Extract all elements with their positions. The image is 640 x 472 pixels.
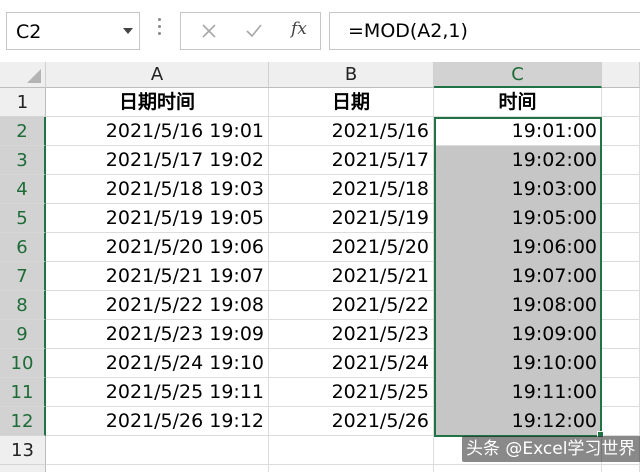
cell-b13[interactable]: [269, 436, 434, 465]
cell-b7[interactable]: 2021/5/21: [269, 262, 434, 291]
cell-b11[interactable]: 2021/5/25: [269, 378, 434, 407]
cell-c5[interactable]: 19:05:00: [434, 204, 602, 233]
cell-a1[interactable]: 日期时间: [46, 88, 269, 117]
cell-c10[interactable]: 19:10:00: [434, 349, 602, 378]
name-box[interactable]: C2: [6, 12, 140, 50]
row-header-8[interactable]: 8: [0, 291, 46, 320]
row-header-11[interactable]: 11: [0, 378, 46, 407]
cell-a11[interactable]: 2021/5/25 19:11: [46, 378, 269, 407]
cell-a8[interactable]: 2021/5/22 19:08: [46, 291, 269, 320]
cell-b6[interactable]: 2021/5/20: [269, 233, 434, 262]
row-header-10[interactable]: 10: [0, 349, 46, 378]
cell-b14[interactable]: [269, 465, 434, 472]
insert-function-button[interactable]: fx: [291, 19, 307, 39]
row-header-1[interactable]: 1: [0, 88, 46, 117]
cell-a13[interactable]: [46, 436, 269, 465]
cell-a6[interactable]: 2021/5/20 19:06: [46, 233, 269, 262]
cell-c6[interactable]: 19:06:00: [434, 233, 602, 262]
cell-d4[interactable]: [602, 175, 640, 204]
cell-b2[interactable]: 2021/5/16: [269, 117, 434, 146]
cell-c4[interactable]: 19:03:00: [434, 175, 602, 204]
column-header-c[interactable]: C: [434, 62, 602, 88]
formula-bar-area: C2 fx =MOD(A2,1): [0, 0, 640, 62]
cell-b3[interactable]: 2021/5/17: [269, 146, 434, 175]
cell-d3[interactable]: [602, 146, 640, 175]
cell-c14[interactable]: [434, 465, 602, 472]
more-dots-icon[interactable]: [158, 18, 161, 40]
cell-a14[interactable]: [46, 465, 269, 472]
watermark: 头条 @Excel学习世界: [462, 436, 640, 462]
cell-b4[interactable]: 2021/5/18: [269, 175, 434, 204]
cell-c11[interactable]: 19:11:00: [434, 378, 602, 407]
row-header-5[interactable]: 5: [0, 204, 46, 233]
row-header-7[interactable]: 7: [0, 262, 46, 291]
formula-input[interactable]: =MOD(A2,1): [329, 12, 640, 50]
enter-button[interactable]: [233, 13, 273, 49]
row-header-12[interactable]: 12: [0, 407, 46, 436]
cell-d9[interactable]: [602, 320, 640, 349]
cell-c2[interactable]: 19:01:00: [434, 117, 602, 146]
formula-text: =MOD(A2,1): [348, 20, 468, 42]
cell-d8[interactable]: [602, 291, 640, 320]
cell-a10[interactable]: 2021/5/24 19:10: [46, 349, 269, 378]
cell-a9[interactable]: 2021/5/23 19:09: [46, 320, 269, 349]
cell-a12[interactable]: 2021/5/26 19:12: [46, 407, 269, 436]
row-header-9[interactable]: 9: [0, 320, 46, 349]
cell-a7[interactable]: 2021/5/21 19:07: [46, 262, 269, 291]
check-icon: [246, 24, 262, 38]
cell-d2[interactable]: [602, 117, 640, 146]
cell-b5[interactable]: 2021/5/19: [269, 204, 434, 233]
cell-a2[interactable]: 2021/5/16 19:01: [46, 117, 269, 146]
cell-d6[interactable]: [602, 233, 640, 262]
cell-d5[interactable]: [602, 204, 640, 233]
name-box-value: C2: [16, 21, 42, 43]
cell-c12[interactable]: 19:12:00: [434, 407, 602, 436]
column-header-d[interactable]: [602, 62, 640, 88]
row-header-4[interactable]: 4: [0, 175, 46, 204]
cell-a3[interactable]: 2021/5/17 19:02: [46, 146, 269, 175]
column-header-a[interactable]: A: [46, 62, 269, 88]
cell-c7[interactable]: 19:07:00: [434, 262, 602, 291]
cell-b9[interactable]: 2021/5/23: [269, 320, 434, 349]
row-header-2[interactable]: 2: [0, 117, 46, 146]
chevron-down-icon[interactable]: [123, 28, 133, 34]
cancel-button[interactable]: [189, 13, 229, 49]
cell-b8[interactable]: 2021/5/22: [269, 291, 434, 320]
row-header-14[interactable]: 14: [0, 465, 46, 472]
cell-a4[interactable]: 2021/5/18 19:03: [46, 175, 269, 204]
cell-b10[interactable]: 2021/5/24: [269, 349, 434, 378]
cell-c9[interactable]: 19:09:00: [434, 320, 602, 349]
cell-b1[interactable]: 日期: [269, 88, 434, 117]
cell-c3[interactable]: 19:02:00: [434, 146, 602, 175]
row-header-13[interactable]: 13: [0, 436, 46, 465]
cell-d1[interactable]: [602, 88, 640, 117]
cell-d11[interactable]: [602, 378, 640, 407]
x-icon: [202, 24, 216, 38]
cell-b12[interactable]: 2021/5/26: [269, 407, 434, 436]
cell-a5[interactable]: 2021/5/19 19:05: [46, 204, 269, 233]
cell-d12[interactable]: [602, 407, 640, 436]
cell-d7[interactable]: [602, 262, 640, 291]
cell-d10[interactable]: [602, 349, 640, 378]
cell-d14[interactable]: [602, 465, 640, 472]
row-header-6[interactable]: 6: [0, 233, 46, 262]
cell-c1[interactable]: 时间: [434, 88, 602, 117]
spreadsheet-grid: A B C 1 日期时间 日期 时间 2 2021/5/16 19:01 2021/5/16 19:…: [0, 62, 640, 472]
formula-buttons: fx: [180, 12, 321, 50]
column-header-b[interactable]: B: [269, 62, 434, 88]
cell-c8[interactable]: 19:08:00: [434, 291, 602, 320]
row-header-3[interactable]: 3: [0, 146, 46, 175]
select-all-button[interactable]: [0, 62, 46, 88]
